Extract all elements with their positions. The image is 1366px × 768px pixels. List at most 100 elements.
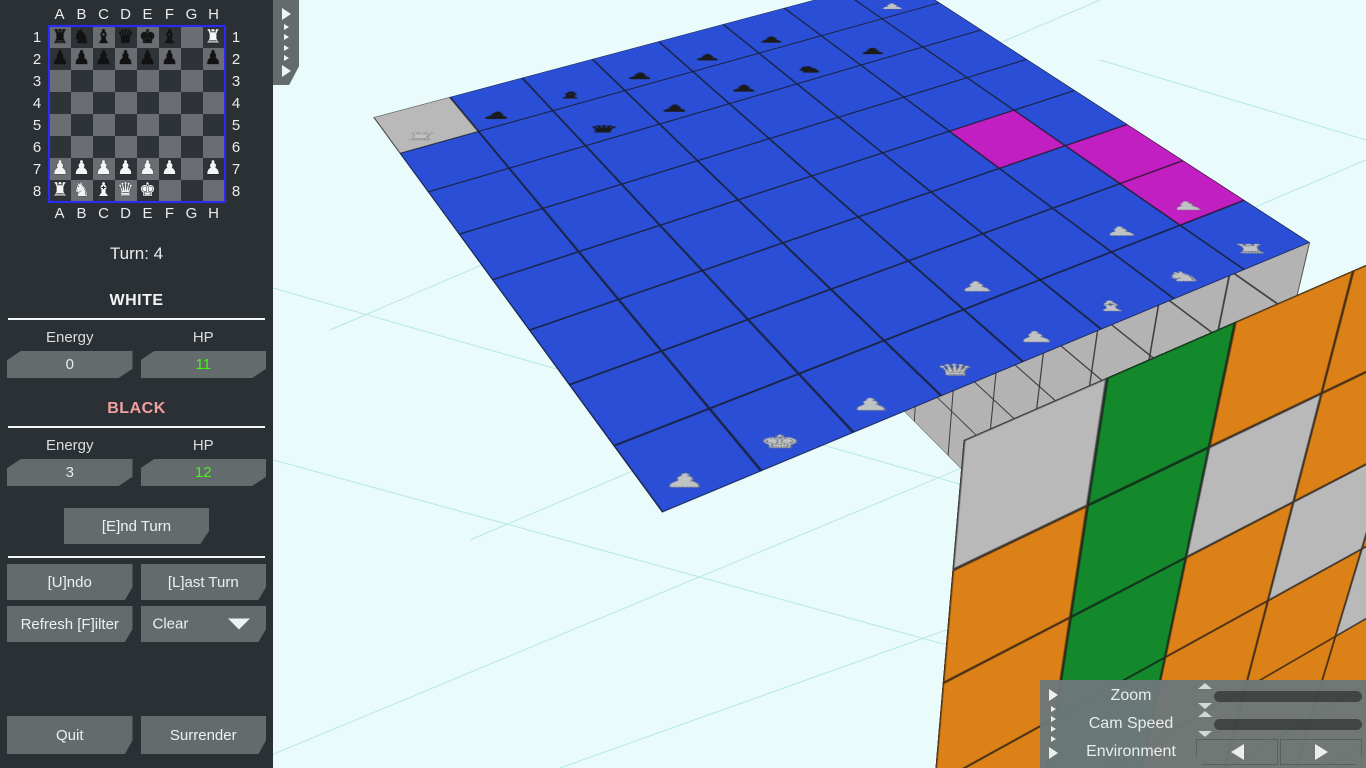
minimap-square[interactable]: ♟: [136, 48, 159, 70]
minimap-square[interactable]: ♛: [114, 25, 137, 48]
minimap-square[interactable]: ♟: [70, 158, 93, 180]
minimap-square[interactable]: ♞: [70, 25, 93, 48]
minimap-square[interactable]: [180, 70, 203, 92]
minimap-square[interactable]: ♝: [92, 179, 115, 203]
minimap-square[interactable]: [47, 70, 71, 92]
environment-control[interactable]: [1196, 739, 1366, 765]
minimap-square[interactable]: [158, 70, 181, 92]
zoom-slider[interactable]: [1214, 690, 1362, 702]
minimap-square[interactable]: [92, 92, 115, 114]
last-turn-button[interactable]: [L]ast Turn: [140, 564, 266, 600]
minimap-square[interactable]: [202, 180, 226, 203]
cam-speed-stepper[interactable]: [1196, 711, 1214, 737]
minimap-square[interactable]: [202, 114, 226, 136]
minimap-square[interactable]: [92, 136, 115, 158]
minimap-square[interactable]: [180, 180, 203, 203]
minimap-square[interactable]: [92, 70, 115, 92]
minimap-square[interactable]: [180, 114, 203, 136]
minimap-square[interactable]: ♚: [136, 180, 159, 203]
minimap-square[interactable]: ♜: [202, 25, 226, 48]
minimap-square[interactable]: ♟: [136, 158, 159, 180]
minimap-coord-label: 5: [231, 116, 241, 134]
cam-speed-control[interactable]: [1196, 711, 1366, 737]
minimap-square[interactable]: [158, 114, 181, 136]
minimap-square[interactable]: [114, 92, 137, 114]
end-turn-button[interactable]: [E]nd Turn: [64, 508, 209, 544]
minimap-square[interactable]: ♟: [47, 48, 71, 70]
zoom-row: Zoom: [1066, 682, 1366, 710]
minimap-square[interactable]: [70, 136, 93, 158]
minimap-square[interactable]: [202, 92, 226, 114]
minimap-square[interactable]: [158, 92, 181, 114]
minimap-square[interactable]: [180, 136, 203, 158]
undo-button[interactable]: [U]ndo: [7, 564, 133, 600]
minimap-square[interactable]: ♟: [202, 158, 226, 180]
cube-piece[interactable]: ♟: [690, 53, 723, 62]
minimap-square[interactable]: ♛: [114, 180, 137, 203]
minimap-square[interactable]: ♟: [114, 158, 137, 180]
minimap-coord-label: 2: [231, 50, 241, 68]
minimap-square[interactable]: ♟: [202, 48, 226, 70]
cube-piece[interactable]: ♟: [856, 47, 889, 56]
cube-piece[interactable]: ♞: [793, 65, 826, 75]
refresh-filter-button[interactable]: Refresh [F]ilter: [7, 606, 133, 642]
minimap-square[interactable]: [114, 136, 137, 158]
minimap-square[interactable]: [70, 92, 93, 114]
expand-right-icon: [283, 44, 289, 51]
minimap-square[interactable]: [114, 114, 137, 136]
minimap-piece: ♝: [94, 179, 113, 201]
minimap-square[interactable]: [202, 136, 226, 158]
minimap-square[interactable]: [92, 114, 115, 136]
cube-piece[interactable]: ♟: [755, 35, 787, 44]
minimap-coord-label: 4: [32, 94, 42, 112]
minimap-square[interactable]: ♟: [92, 48, 115, 70]
zoom-control[interactable]: [1196, 683, 1366, 709]
surrender-button[interactable]: Surrender: [140, 716, 266, 754]
minimap-square[interactable]: ♟: [158, 48, 181, 70]
minimap-square[interactable]: [114, 70, 137, 92]
minimap-board[interactable]: A B C D E F G H 1 ♜ ♞ ♝ ♛ ♚ ♝ ♜ 1 2 ♟ ♟ ♟ ♟ ♟ ♟ ♟ 2 3 3 4 4 5 5 6 6 7 ♟ ♟ ♟ ♟ ♟…: [27, 4, 247, 224]
minimap-square[interactable]: [136, 92, 159, 114]
minimap-square[interactable]: ♝: [158, 25, 181, 48]
minimap-square[interactable]: [47, 114, 71, 136]
camera-panel-collapse-handle[interactable]: [1040, 680, 1066, 768]
minimap-square[interactable]: [180, 92, 203, 114]
minimap-square[interactable]: ♟: [114, 48, 137, 70]
minimap-square[interactable]: ♟: [92, 158, 115, 180]
minimap-square[interactable]: ♜: [47, 25, 71, 48]
minimap-square[interactable]: [47, 92, 71, 114]
cube-piece[interactable]: ♟: [726, 83, 760, 93]
minimap-square[interactable]: [202, 70, 226, 92]
minimap-square[interactable]: [180, 25, 203, 48]
minimap-square[interactable]: [180, 48, 203, 70]
minimap-square[interactable]: [70, 70, 93, 92]
minimap-square[interactable]: ♟: [158, 158, 181, 180]
minimap-square[interactable]: [136, 114, 159, 136]
environment-next-button[interactable]: [1280, 739, 1362, 765]
minimap-square[interactable]: [136, 136, 159, 158]
expand-right-icon: [283, 24, 289, 31]
quit-button[interactable]: Quit: [7, 716, 133, 754]
filter-dropdown[interactable]: Clear: [140, 606, 266, 642]
zoom-stepper[interactable]: [1196, 683, 1214, 709]
cube-piece[interactable]: ♟: [876, 2, 908, 10]
minimap-square[interactable]: ♟: [70, 48, 93, 70]
minimap-square[interactable]: ♞: [70, 180, 93, 203]
environment-prev-button[interactable]: [1196, 739, 1278, 765]
minimap-square[interactable]: ♜: [47, 180, 71, 203]
expand-right-icon: [1050, 705, 1056, 712]
minimap-square[interactable]: [158, 180, 181, 203]
minimap-row: 7 ♟ ♟ ♟ ♟ ♟ ♟ ♟ 7: [27, 158, 247, 180]
minimap-square[interactable]: ♟: [47, 158, 71, 180]
cube-piece[interactable]: ♟: [623, 71, 658, 81]
minimap-square[interactable]: [158, 136, 181, 158]
minimap-square[interactable]: [136, 70, 159, 92]
minimap-square[interactable]: ♚: [136, 25, 159, 48]
cam-speed-slider[interactable]: [1214, 718, 1362, 730]
minimap-square[interactable]: [70, 114, 93, 136]
minimap-coord-label: G: [185, 6, 198, 23]
minimap-square[interactable]: [47, 136, 71, 158]
minimap-square[interactable]: [180, 158, 203, 180]
sidebar-collapse-handle[interactable]: [273, 0, 299, 85]
minimap-square[interactable]: ♝: [92, 25, 115, 48]
